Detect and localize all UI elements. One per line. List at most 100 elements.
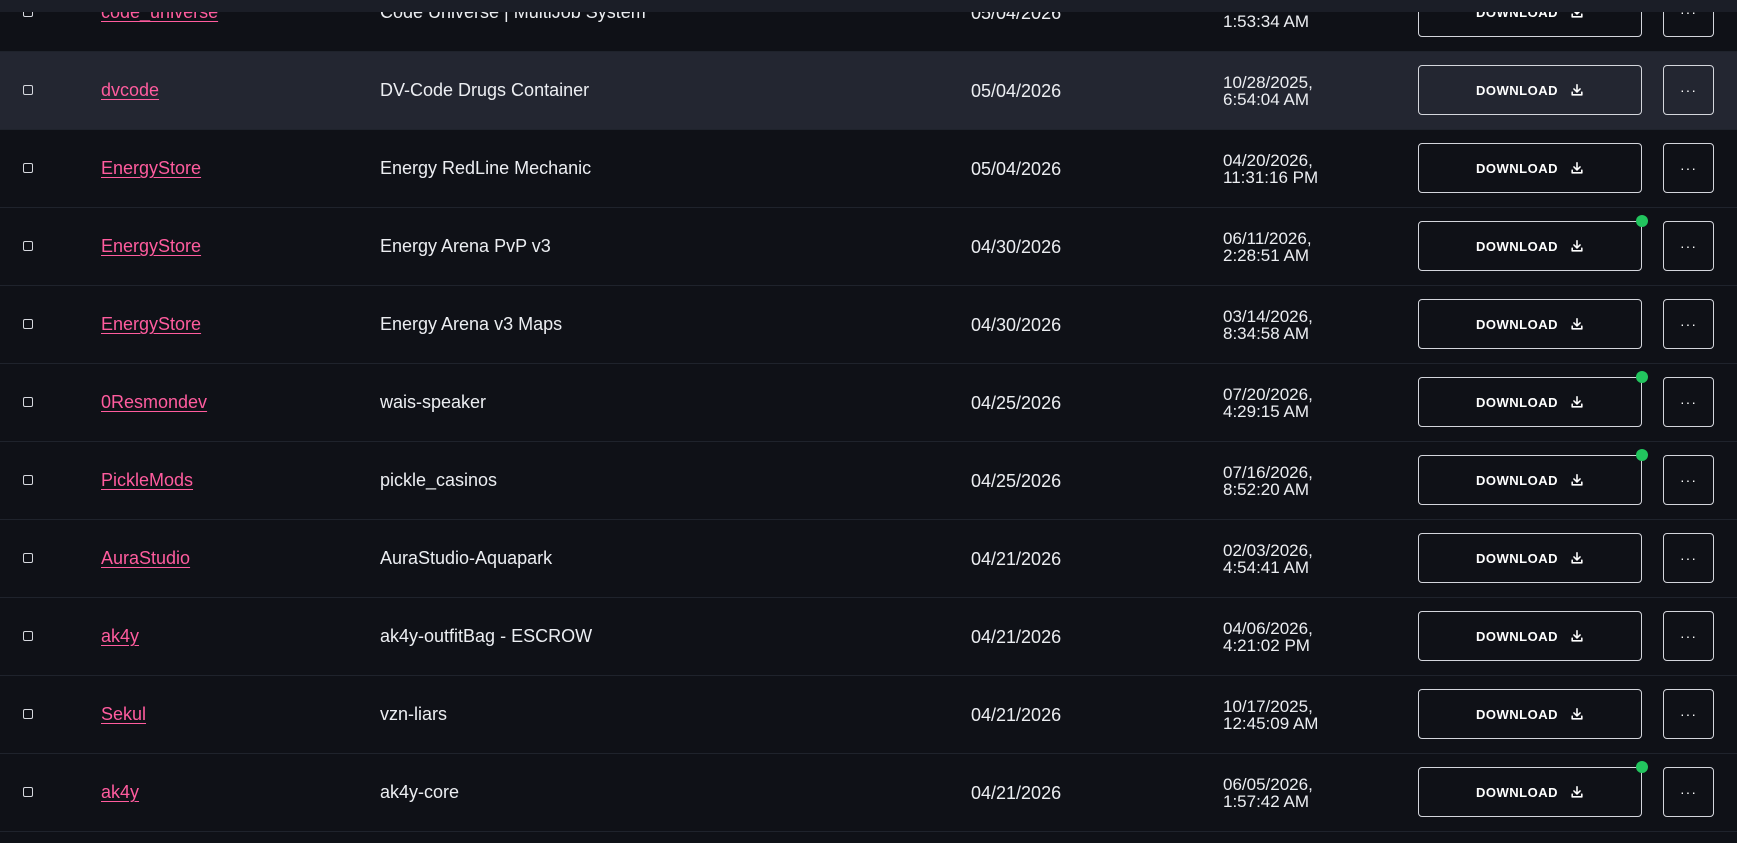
expiry-datetime: 10/28/2025, 6:54:04 AM xyxy=(1223,74,1313,108)
author-link[interactable]: AuraStudio xyxy=(101,548,190,569)
online-status-dot xyxy=(1636,371,1648,383)
purchase-date: 04/21/2026 xyxy=(971,627,1062,647)
table-row: EnergyStore Energy RedLine Mechanic 05/0… xyxy=(0,130,1737,208)
row-checkbox[interactable] xyxy=(23,85,33,95)
more-options-button[interactable]: ··· xyxy=(1663,377,1714,427)
author-link[interactable]: PickleMods xyxy=(101,470,193,491)
download-button[interactable]: DOWNLOAD xyxy=(1418,767,1642,817)
more-icon: ··· xyxy=(1680,238,1697,254)
download-button[interactable]: DOWNLOAD xyxy=(1418,143,1642,193)
table-row: dvcode DV-Code Drugs Container 05/04/202… xyxy=(0,52,1737,130)
row-checkbox[interactable] xyxy=(23,475,33,485)
expiry-time: 1:53:34 AM xyxy=(1223,12,1310,31)
more-options-button[interactable]: ··· xyxy=(1663,689,1714,739)
more-options-button[interactable]: ··· xyxy=(1663,65,1714,115)
row-checkbox[interactable] xyxy=(23,319,33,329)
download-icon xyxy=(1571,239,1583,252)
online-status-dot xyxy=(1636,761,1648,773)
download-icon xyxy=(1571,83,1583,96)
table-body: code_universe Code Universe | MultiJob S… xyxy=(0,0,1737,832)
download-label: DOWNLOAD xyxy=(1476,316,1558,332)
table-row: EnergyStore Energy Arena PvP v3 04/30/20… xyxy=(0,208,1737,286)
purchase-date: 04/21/2026 xyxy=(971,705,1062,725)
purchase-date: 05/04/2026 xyxy=(971,81,1062,101)
download-icon xyxy=(1571,707,1583,720)
download-label: DOWNLOAD xyxy=(1476,628,1558,644)
more-icon: ··· xyxy=(1680,628,1697,644)
asset-name: Energy RedLine Mechanic xyxy=(380,158,592,178)
more-options-button[interactable]: ··· xyxy=(1663,533,1714,583)
more-options-button[interactable]: ··· xyxy=(1663,299,1714,349)
download-icon xyxy=(1571,317,1583,330)
more-options-button[interactable]: ··· xyxy=(1663,143,1714,193)
expiry-time: 4:29:15 AM xyxy=(1223,402,1310,421)
purchase-date: 04/25/2026 xyxy=(971,393,1062,413)
row-checkbox[interactable] xyxy=(23,241,33,251)
download-button[interactable]: DOWNLOAD xyxy=(1418,689,1642,739)
author-link[interactable]: EnergyStore xyxy=(101,236,201,257)
download-label: DOWNLOAD xyxy=(1476,550,1558,566)
download-button[interactable]: DOWNLOAD xyxy=(1418,377,1642,427)
expiry-time: 1:57:42 AM xyxy=(1223,792,1310,811)
asset-name: AuraStudio-Aquapark xyxy=(380,548,553,568)
expiry-datetime: 03/14/2026, 8:34:58 AM xyxy=(1223,308,1313,342)
more-options-button[interactable]: ··· xyxy=(1663,611,1714,661)
table-row: AuraStudio AuraStudio-Aquapark 04/21/202… xyxy=(0,520,1737,598)
row-checkbox[interactable] xyxy=(23,553,33,563)
assets-table: code_universe Code Universe | MultiJob S… xyxy=(0,0,1737,843)
author-link[interactable]: EnergyStore xyxy=(101,158,201,179)
expiry-datetime: 07/20/2026, 4:29:15 AM xyxy=(1223,386,1313,420)
download-icon xyxy=(1571,473,1583,486)
download-icon xyxy=(1571,161,1583,174)
online-status-dot xyxy=(1636,449,1648,461)
download-icon xyxy=(1571,785,1583,798)
top-bar xyxy=(0,0,1737,12)
more-icon: ··· xyxy=(1680,394,1697,410)
more-options-button[interactable]: ··· xyxy=(1663,767,1714,817)
expiry-datetime: 02/03/2026, 4:54:41 AM xyxy=(1223,542,1313,576)
expiry-time: 4:54:41 AM xyxy=(1223,558,1310,577)
author-link[interactable]: ak4y xyxy=(101,626,139,647)
expiry-datetime: 04/20/2026, 11:31:16 PM xyxy=(1223,152,1318,186)
table-row: PickleMods pickle_casinos 04/25/2026 07/… xyxy=(0,442,1737,520)
download-label: DOWNLOAD xyxy=(1476,82,1558,98)
expiry-time: 11:31:16 PM xyxy=(1223,168,1319,187)
purchase-date: 04/25/2026 xyxy=(971,471,1062,491)
download-button[interactable]: DOWNLOAD xyxy=(1418,299,1642,349)
table-row: Sekul vzn-liars 04/21/2026 10/17/2025, 1… xyxy=(0,676,1737,754)
row-checkbox[interactable] xyxy=(23,787,33,797)
download-button[interactable]: DOWNLOAD xyxy=(1418,221,1642,271)
expiry-datetime: 10/17/2025, 12:45:09 AM xyxy=(1223,698,1318,732)
purchase-date: 04/21/2026 xyxy=(971,783,1062,803)
author-link[interactable]: 0Resmondev xyxy=(101,392,207,413)
more-options-button[interactable]: ··· xyxy=(1663,221,1714,271)
download-icon xyxy=(1571,551,1583,564)
purchase-date: 04/30/2026 xyxy=(971,237,1062,257)
download-button[interactable]: DOWNLOAD xyxy=(1418,65,1642,115)
purchase-date: 04/30/2026 xyxy=(971,315,1062,335)
more-options-button[interactable]: ··· xyxy=(1663,455,1714,505)
author-link[interactable]: EnergyStore xyxy=(101,314,201,335)
row-checkbox[interactable] xyxy=(23,631,33,641)
download-button[interactable]: DOWNLOAD xyxy=(1418,455,1642,505)
asset-name: pickle_casinos xyxy=(380,470,498,490)
more-icon: ··· xyxy=(1680,160,1697,176)
asset-name: DV-Code Drugs Container xyxy=(380,80,590,100)
asset-name: vzn-liars xyxy=(380,704,448,724)
expiry-datetime: 06/05/2026, 1:57:42 AM xyxy=(1223,776,1313,810)
author-link[interactable]: Sekul xyxy=(101,704,146,725)
download-label: DOWNLOAD xyxy=(1476,238,1558,254)
asset-name: ak4y-core xyxy=(380,782,460,802)
row-checkbox[interactable] xyxy=(23,397,33,407)
row-checkbox[interactable] xyxy=(23,163,33,173)
asset-name: wais-speaker xyxy=(380,392,487,412)
expiry-time: 8:34:58 AM xyxy=(1223,324,1310,343)
expiry-time: 6:54:04 AM xyxy=(1223,90,1310,109)
table-row: 0Resmondev wais-speaker 04/25/2026 07/20… xyxy=(0,364,1737,442)
author-link[interactable]: ak4y xyxy=(101,782,139,803)
download-button[interactable]: DOWNLOAD xyxy=(1418,611,1642,661)
online-status-dot xyxy=(1636,215,1648,227)
author-link[interactable]: dvcode xyxy=(101,80,159,101)
download-button[interactable]: DOWNLOAD xyxy=(1418,533,1642,583)
row-checkbox[interactable] xyxy=(23,709,33,719)
